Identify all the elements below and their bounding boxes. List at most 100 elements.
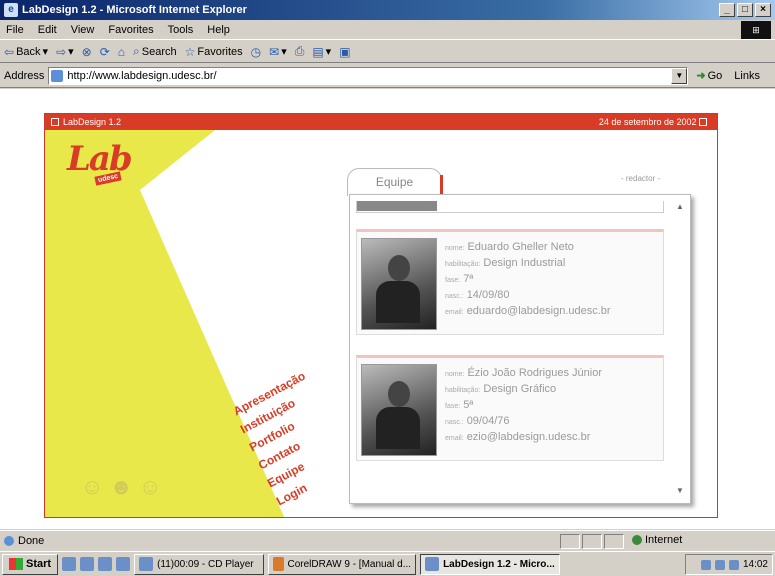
toolbar: ⇦ Back ▾ ⇨ ▾ ⊗ ⟳ ⌂ ⌕ Search ☆ Favorites ◷ ✉…	[0, 41, 775, 63]
scroll-down-icon[interactable]: ▼	[674, 485, 686, 497]
redator-link[interactable]: - redactor -	[621, 174, 660, 183]
window-title: LabDesign 1.2 - Microsoft Internet Explo…	[22, 4, 247, 16]
window-controls: _ □ ×	[719, 3, 771, 17]
menu-file[interactable]: File	[6, 24, 24, 36]
security-zone: Internet	[632, 534, 682, 546]
refresh-button[interactable]: ⟳	[100, 45, 110, 59]
tray-network-icon[interactable]	[700, 559, 711, 570]
member-email[interactable]: eduardo@labdesign.udesc.br	[467, 304, 611, 319]
system-tray: 14:02	[685, 554, 773, 575]
site-date: 24 de setembro de 2002	[598, 117, 697, 127]
mail-button[interactable]: ✉ ▾	[269, 45, 287, 59]
menu-tools[interactable]: Tools	[168, 24, 194, 36]
panel-scrollbar[interactable]: ▲ ▼	[674, 201, 686, 497]
member-nasc: 14/09/80	[466, 289, 510, 301]
member-card: nome: Ézio João Rodrigues Júnior habilita…	[356, 355, 664, 461]
print-icon: ⎙	[294, 44, 305, 58]
tray-volume-icon[interactable]	[714, 559, 725, 570]
task-cd-player[interactable]: (11)00:09 - CD Player	[134, 553, 265, 575]
scroll-up-icon[interactable]: ▲	[674, 201, 686, 213]
home-icon: ⌂	[117, 44, 126, 59]
member-habilitacao: Design Industrial	[483, 257, 566, 269]
status-segment	[560, 534, 580, 549]
member-photo	[361, 238, 437, 330]
status-bar: Done Internet	[0, 530, 775, 550]
search-button[interactable]: ⌕ Search	[133, 44, 177, 59]
logo-text: Lab	[67, 139, 133, 179]
print-button[interactable]: ⎙	[295, 44, 305, 59]
go-arrow-icon: ➜	[696, 70, 706, 82]
address-bar: Address http://www.labdesign.udesc.br/ ▼…	[0, 64, 775, 88]
quicklaunch-ie-icon[interactable]	[80, 557, 95, 571]
member-info: nome: Eduardo Gheller Neto habilitação: De…	[445, 241, 611, 319]
stop-button[interactable]: ⊗	[82, 45, 92, 59]
quicklaunch-outlook-icon[interactable]	[98, 557, 113, 571]
clock[interactable]: 14:02	[743, 559, 768, 570]
member-photo	[361, 364, 437, 456]
close-square-icon[interactable]	[699, 118, 707, 126]
member-fase: 5ª	[463, 399, 474, 411]
member-email[interactable]: ezio@labdesign.udesc.br	[467, 430, 591, 445]
favorites-button[interactable]: ☆ Favorites	[185, 45, 243, 59]
back-button[interactable]: ⇦ Back ▾	[4, 45, 48, 59]
task-coreldraw[interactable]: CorelDRAW 9 - [Manual d...	[268, 553, 417, 575]
discuss-button[interactable]: ▣	[339, 45, 350, 59]
taskbar: Start (11)00:09 - CD Player CorelDRAW 9 …	[0, 551, 775, 576]
address-label: Address	[4, 69, 45, 82]
maximize-button[interactable]: □	[737, 3, 753, 17]
site-header: LabDesign 1.2 24 de setembro de 2002	[45, 114, 717, 130]
close-button[interactable]: ×	[755, 3, 771, 17]
address-input[interactable]: http://www.labdesign.udesc.br/ ▼	[48, 66, 689, 85]
page-icon	[51, 69, 64, 82]
status-text: Done	[18, 534, 45, 547]
edit-button[interactable]: ▤ ▾	[312, 45, 331, 59]
page-done-icon	[4, 535, 14, 546]
star-icon: ☆	[184, 44, 196, 59]
back-arrow-icon: ⇦	[4, 44, 15, 59]
member-fase: 7ª	[463, 273, 474, 285]
previous-card	[356, 201, 664, 213]
menu-view[interactable]: View	[71, 24, 95, 36]
coreldraw-icon	[273, 557, 284, 571]
ie-icon: e	[4, 3, 18, 17]
menu-edit[interactable]: Edit	[38, 24, 57, 36]
task-labdesign[interactable]: LabDesign 1.2 - Micro...	[420, 553, 561, 575]
square-icon	[51, 118, 59, 126]
start-button[interactable]: Start	[2, 553, 59, 575]
history-button[interactable]: ◷	[251, 45, 261, 59]
status-segment	[604, 534, 624, 549]
links-button[interactable]: Links	[734, 70, 760, 82]
member-card: nome: Eduardo Gheller Neto habilitação: De…	[356, 229, 664, 335]
edit-icon: ▤	[312, 44, 324, 59]
windows-flag-icon	[9, 558, 23, 570]
tray-app-icon[interactable]	[728, 559, 739, 570]
people-illustration-icon: ☺ ☻ ☺	[81, 474, 162, 499]
home-button[interactable]: ⌂	[118, 45, 125, 59]
windows-logo-icon: ⊞	[741, 21, 771, 39]
quicklaunch-app-icon[interactable]	[116, 557, 131, 571]
menu-favorites[interactable]: Favorites	[108, 24, 153, 36]
go-button[interactable]: ➜ Go	[696, 69, 722, 83]
lab-logo[interactable]: Lab udesc	[67, 139, 133, 186]
address-url: http://www.labdesign.udesc.br/	[67, 69, 217, 82]
address-dropdown-icon[interactable]: ▼	[671, 67, 688, 84]
member-name: Ézio João Rodrigues Júnior	[467, 367, 602, 379]
menubar: File Edit View Favorites Tools Help ⊞	[0, 20, 775, 40]
search-icon: ⌕	[133, 44, 140, 58]
forward-arrow-icon: ⇨	[56, 44, 67, 59]
tab-equipe[interactable]: Equipe	[347, 168, 443, 197]
ie-task-icon	[425, 557, 440, 571]
browser-viewport: LabDesign 1.2 24 de setembro de 2002 Lab…	[0, 89, 775, 529]
member-habilitacao: Design Gráfico	[483, 383, 557, 395]
quicklaunch-desktop-icon[interactable]	[62, 557, 77, 571]
team-panel: nome: Eduardo Gheller Neto habilitação: De…	[349, 194, 691, 504]
forward-button[interactable]: ⇨ ▾	[56, 45, 74, 59]
internet-globe-icon	[632, 535, 642, 545]
member-info: nome: Ézio João Rodrigues Júnior habilita…	[445, 367, 602, 445]
member-name: Eduardo Gheller Neto	[467, 241, 574, 253]
cd-player-icon	[139, 557, 154, 571]
menu-help[interactable]: Help	[207, 24, 230, 36]
minimize-button[interactable]: _	[719, 3, 735, 17]
window-titlebar: e LabDesign 1.2 - Microsoft Internet Exp…	[0, 0, 775, 20]
member-nasc: 09/04/76	[466, 415, 510, 427]
